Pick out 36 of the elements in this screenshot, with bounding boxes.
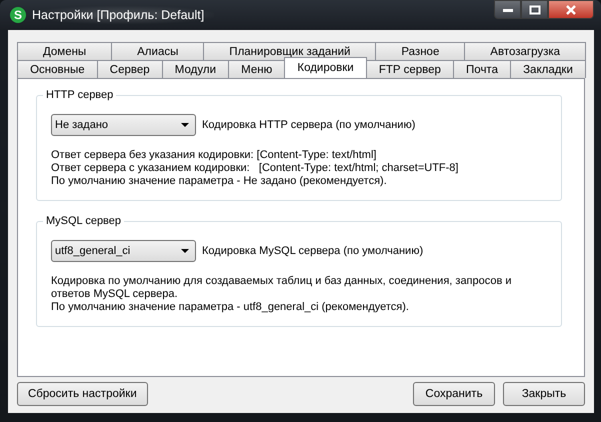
tab[interactable]: Домены	[17, 42, 112, 60]
description-text: Ответ сервера без указания кодировки: [Content-Type: text/html]	[51, 149, 378, 162]
reset-button[interactable]: Сбросить настройки	[17, 382, 148, 406]
tab[interactable]: Закладки	[510, 60, 586, 78]
save-button[interactable]: Сохранить	[413, 382, 495, 406]
tab[interactable]: Алиасы	[111, 42, 204, 60]
close-button[interactable]	[548, 0, 594, 19]
minimize-button[interactable]	[494, 0, 521, 19]
tab[interactable]: Автозагрузка	[464, 42, 586, 60]
close-icon	[565, 4, 577, 14]
tab[interactable]: Модули	[162, 60, 230, 78]
dropdown-label: Кодировка HTTP сервера (по умолчанию)	[202, 119, 416, 131]
description-text: По умолчанию значение параметра - Не задано (рекомендуется).	[51, 175, 388, 188]
description-text: По умолчанию значение параметра - utf8_general_ci (рекомендуется).	[51, 301, 410, 314]
group-title: HTTP сервер	[43, 88, 116, 102]
minimize-icon	[502, 6, 514, 12]
caret-icon	[181, 122, 189, 128]
group-title: MySQL сервер	[43, 214, 124, 228]
dropdown[interactable]: utf8_general_ci	[51, 240, 196, 262]
tab[interactable]: FTP сервер	[366, 60, 454, 78]
dropdown-label: Кодировка MySQL сервера (по умолчанию)	[202, 245, 424, 257]
caret-icon	[181, 248, 189, 254]
tab[interactable]: Разное	[375, 42, 466, 60]
tab[interactable]: Меню	[228, 60, 286, 78]
description-text: Кодировка по умолчанию для создаваемых таблиц и баз данных, соединения, запросов и ответов MySQL сервера.	[51, 275, 513, 301]
close-dialog-button[interactable]: Закрыть	[503, 382, 585, 406]
tab[interactable]: Основные	[17, 60, 98, 78]
dropdown[interactable]: Не задано	[51, 114, 196, 136]
app-icon: S	[10, 7, 26, 23]
tab[interactable]: Кодировки	[284, 57, 367, 78]
tab[interactable]: Почта	[452, 60, 512, 78]
maximize-button[interactable]	[521, 0, 548, 19]
maximize-icon	[528, 4, 540, 14]
description-text: Ответ сервера с указанием кодировки: [Content-Type: text/html; charset=UTF-8]	[51, 162, 460, 175]
tab[interactable]: Планировщик заданий	[203, 42, 376, 60]
tab[interactable]: Сервер	[96, 60, 163, 78]
